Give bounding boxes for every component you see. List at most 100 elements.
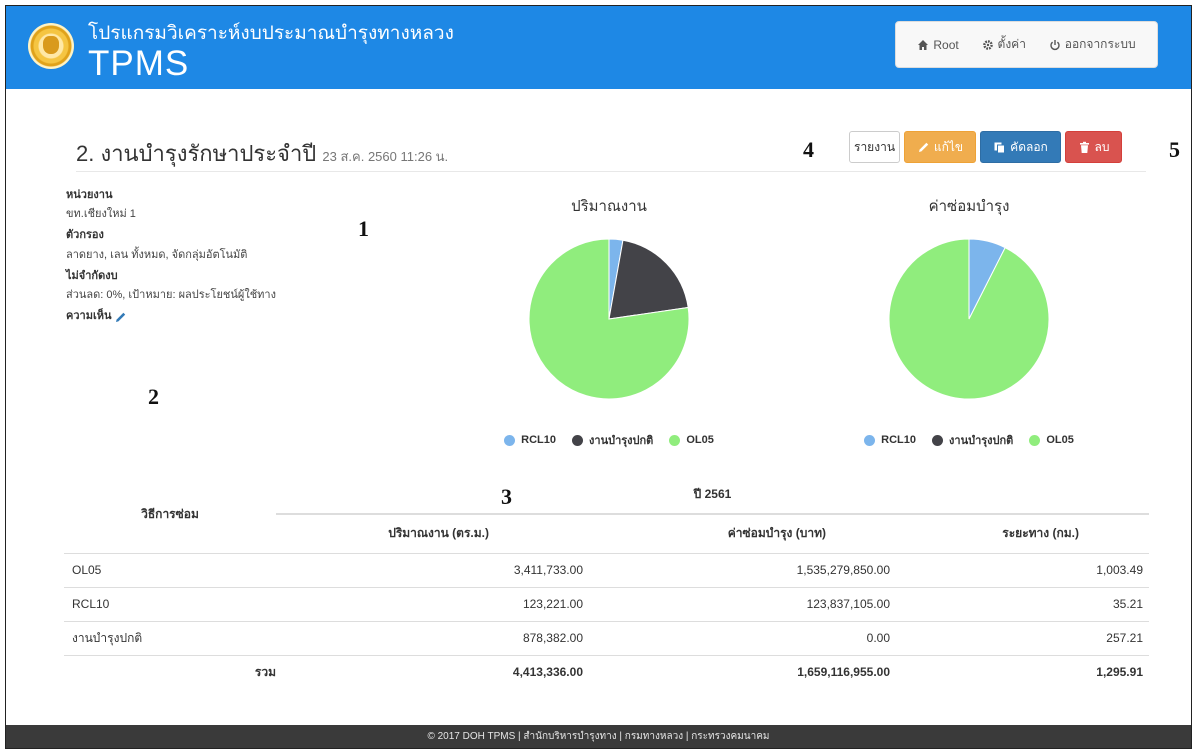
copy-button[interactable]: คัดลอก [980,131,1061,163]
table-cell: 257.21 [1106,631,1143,645]
legend-label: งานบำรุงปกติ [589,435,654,447]
annotation-marker-1: 1 [358,216,369,241]
edit-comment-icon[interactable] [115,311,127,323]
table-cell: 123,837,105.00 [806,597,890,611]
legend-item-rcl10[interactable]: RCL10 [864,431,916,449]
nav-settings-label: ตั้งค่า [997,37,1026,51]
comment-row: ความเห็น [66,310,336,323]
app-title[interactable]: TPMS [88,44,189,84]
column-header: ระยะทาง (กม.) [1002,526,1079,541]
action-toolbar: รายงาน แก้ไข คัดลอก ลบ [849,131,1122,163]
chart-title: ปริมาณงาน [571,198,647,215]
nav-settings[interactable]: ตั้งค่า [982,35,1026,54]
column-header: ค่าซ่อมบำรุง (บาท) [727,526,826,541]
trash-icon [1079,141,1089,153]
legend-label: RCL10 [521,434,557,446]
table-cell: 1,295.91 [1096,665,1143,680]
legend-item-rcl10[interactable]: RCL10 [504,431,556,449]
pie-plot [889,239,1049,399]
table-cell: 0.00 [866,631,890,645]
legend-swatch [1029,434,1041,446]
legend-swatch [932,434,944,446]
legend-label: งานบำรุงปกติ [949,435,1014,447]
page-title: 2. งานบำรุงรักษาประจำปี 23 ส.ค. 2560 11:… [76,136,448,171]
table-cell: งานบำรุงปกติ [72,630,143,645]
total-label: รวม [254,664,276,679]
legend-item-ol05[interactable]: OL05 [669,431,714,449]
filter-label: ตัวกรอง [66,229,104,242]
table-cell: OL05 [72,563,102,577]
comment-label: ความเห็น [66,310,112,323]
page-title-text: 2. งานบำรุงรักษาประจำปี [76,141,317,166]
table-cell: 878,382.00 [522,631,583,645]
legend-swatch [864,434,876,446]
nav-logout-label: ออกจากระบบ [1064,37,1136,51]
top-nav: Root ตั้งค่า ออกจากระบบ [895,21,1158,68]
gear-icon [982,39,993,50]
legend-swatch [572,434,584,446]
report-button[interactable]: รายงาน [849,131,900,163]
department-logo [28,23,74,69]
pie-slice-งานบำรุงปกติ[interactable] [608,239,689,320]
home-icon [918,39,929,50]
pie-plot [529,239,689,399]
table-cell: 4,413,336.00 [512,665,583,680]
table-total-row: รวม 4,413,336.00 1,659,116,955.00 1,295.… [64,655,1149,689]
nav-root-label: Root [933,37,959,52]
power-icon [1050,39,1060,50]
chart-legend: RCL10 งานบำรุงปกติ OL05 [829,431,1109,449]
filter-value: ลาดยาง, เลน ทั้งหมด, จัดกลุ่มอัตโนมัติ [66,248,248,261]
report-button-label: รายงาน [854,139,896,154]
title-divider [76,171,1146,172]
table-row: OL05 3,411,733.00 1,535,279,850.00 1,003… [64,553,1149,587]
table-row: RCL10 123,221.00 123,837,105.00 35.21 [64,587,1149,621]
annotation-marker-2: 2 [148,384,159,409]
footer: © 2017 DOH TPMS | สำนักบริหารบำรุงทาง | … [6,725,1191,748]
legend-label: OL05 [1046,434,1074,446]
table-cell: 123,221.00 [522,597,583,611]
chart-title: ค่าซ่อมบำรุง [928,198,1010,215]
chart-legend: RCL10 งานบำรุงปกติ OL05 [469,431,749,449]
pie-slice-ol05[interactable] [889,239,1049,399]
method-header: วิธีการซ่อม [141,506,199,521]
app-window: โปรแกรมวิเคราะห์งบประมาณบำรุงทางหลวง TPM… [5,5,1192,749]
table-cell: 1,659,116,955.00 [797,665,890,680]
annotation-marker-5: 5 [1169,137,1180,162]
legend-swatch [504,434,516,446]
annotation-marker-4: 4 [803,137,814,162]
copy-icon [994,142,1006,153]
unit-label: หน่วยงาน [66,189,113,201]
delete-button-label: ลบ [1094,139,1110,154]
budget-value: ส่วนลด: 0%, เป้าหมาย: ผลประโยชน์ผู้ใช้ทา… [66,288,276,301]
legend-swatch [669,434,681,446]
copy-button-label: คัดลอก [1010,139,1048,154]
legend-label: OL05 [686,434,714,446]
legend-item-ol05[interactable]: OL05 [1029,431,1074,449]
table-row: งานบำรุงปกติ 878,382.00 0.00 257.21 [64,621,1149,655]
unit-value: ขท.เชียงใหม่ 1 [66,208,136,221]
work-volume-chart: ปริมาณงาน RCL10 งานบำรุงปกติ OL05 [469,194,749,464]
maintenance-cost-chart: ค่าซ่อมบำรุง RCL10 งานบำรุงปกติ OL05 [829,194,1109,464]
table-cell: 35.21 [1112,597,1143,611]
pencil-icon [918,142,929,152]
edit-button-label: แก้ไข [933,139,964,154]
legend-item-routine[interactable]: งานบำรุงปกติ [572,431,653,449]
column-header: ปริมาณงาน (ตร.ม.) [388,526,489,541]
nav-root[interactable]: Root [917,37,959,52]
legend-item-routine[interactable]: งานบำรุงปกติ [932,431,1013,449]
delete-button[interactable]: ลบ [1065,131,1122,163]
header-bar: โปรแกรมวิเคราะห์งบประมาณบำรุงทางหลวง TPM… [6,6,1191,89]
edit-button[interactable]: แก้ไข [904,131,976,163]
summary-table: วิธีการซ่อม ปี 2561 ปริมาณงาน (ตร.ม.) ค่… [64,476,1149,689]
budget-label: ไม่จำกัดงบ [66,269,118,282]
table-cell: RCL10 [72,597,110,611]
table-cell: 1,535,279,850.00 [796,563,890,577]
info-panel: หน่วยงาน ขท.เชียงใหม่ 1 ตัวกรอง ลาดยาง, … [66,189,336,323]
nav-logout[interactable]: ออกจากระบบ [1049,35,1136,54]
table-header-row: วิธีการซ่อม ปี 2561 [64,476,1149,521]
page-timestamp: 23 ส.ค. 2560 11:26 น. [322,149,449,164]
legend-label: RCL10 [881,434,917,446]
year-header: ปี 2561 [276,476,1149,515]
table-cell: 1,003.49 [1096,563,1143,577]
table-cell: 3,411,733.00 [513,563,583,577]
